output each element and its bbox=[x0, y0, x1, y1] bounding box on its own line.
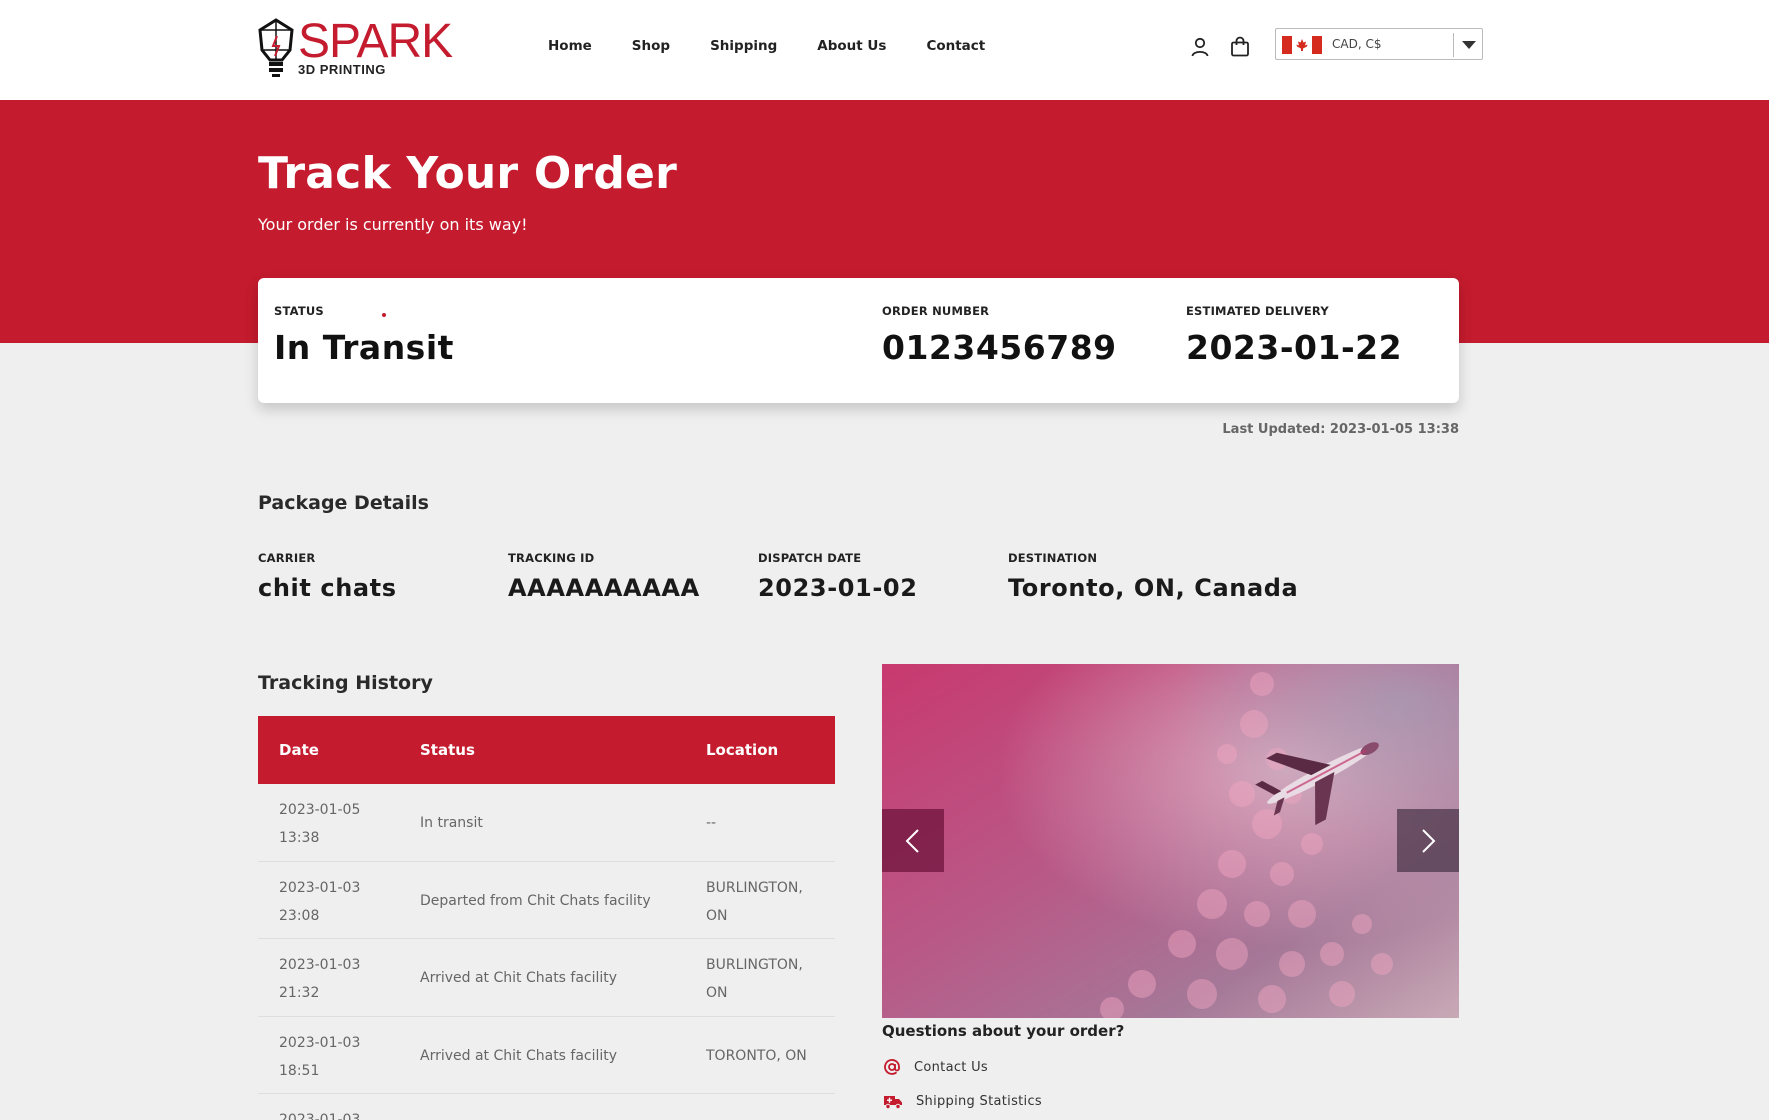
airplane-sky-image bbox=[882, 664, 1459, 1018]
destination-value: Toronto, ON, Canada bbox=[1008, 574, 1299, 602]
estimated-delivery-value: 2023-01-22 bbox=[1186, 328, 1403, 367]
table-row: 2023-01-05 13:38 In transit -- bbox=[258, 784, 835, 862]
delivery-truck-icon bbox=[884, 1095, 902, 1109]
row-location: BURLINGTON, ON bbox=[706, 951, 816, 1007]
nav-about-us[interactable]: About Us bbox=[817, 38, 886, 54]
page-title: Track Your Order bbox=[258, 148, 677, 199]
questions-title: Questions about your order? bbox=[882, 1022, 1125, 1040]
status-value: In Transit bbox=[274, 328, 454, 367]
logo[interactable]: SPARK 3D PRINTING bbox=[256, 16, 453, 80]
row-date: 2023-01-03 23:08 bbox=[279, 874, 379, 930]
column-header-status: Status bbox=[420, 741, 475, 759]
shipping-statistics-link[interactable]: Shipping Statistics bbox=[884, 1094, 1042, 1109]
row-status: Arrived at Chit Chats facility bbox=[420, 970, 618, 986]
row-location: TORONTO, ON bbox=[706, 1047, 807, 1064]
shopping-bag-icon[interactable] bbox=[1230, 36, 1250, 57]
contact-us-link[interactable]: Contact Us bbox=[884, 1059, 988, 1075]
table-row: 2023-01-03 23:08 Departed from Chit Chat… bbox=[258, 862, 835, 939]
table-row: 2023-01-03 21:32 Arrived at Chit Chats f… bbox=[258, 939, 835, 1017]
row-status: Departed from Chit Chats facility bbox=[420, 892, 651, 909]
table-row: 2023-01-03 18:51 Arrived at Chit Chats f… bbox=[258, 1017, 835, 1094]
destination-label: DESTINATION bbox=[1008, 551, 1098, 565]
nav-home[interactable]: Home bbox=[548, 38, 592, 54]
chevron-right-icon bbox=[1422, 828, 1436, 853]
row-status: Arrived at Chit Chats facility bbox=[420, 1047, 618, 1064]
row-location-line2: ON bbox=[706, 985, 728, 1001]
tracking-history-table: Date Status Location 2023-01-05 13:38 In… bbox=[258, 716, 835, 1120]
carrier-label: CARRIER bbox=[258, 551, 316, 565]
column-header-date: Date bbox=[279, 741, 319, 759]
row-location-line1: BURLINGTON, bbox=[706, 957, 803, 973]
site-header: SPARK 3D PRINTING Home Shop Shipping Abo… bbox=[0, 0, 1769, 100]
row-date-day: 2023-01-03 bbox=[279, 957, 361, 973]
currency-value: CAD, C$ bbox=[1332, 37, 1382, 51]
shipping-statistics-label: Shipping Statistics bbox=[916, 1094, 1042, 1109]
row-date: 2023-01-03 21:32 bbox=[279, 951, 379, 1007]
select-divider bbox=[1453, 33, 1454, 57]
at-sign-icon bbox=[884, 1059, 900, 1075]
row-date-day: 2023-01-03 bbox=[279, 1034, 361, 1051]
order-number-value: 0123456789 bbox=[882, 328, 1117, 367]
last-updated: Last Updated: 2023-01-05 13:38 bbox=[1222, 422, 1459, 437]
row-location: -- bbox=[706, 815, 717, 831]
logo-subtext: 3D PRINTING bbox=[298, 62, 386, 77]
column-header-location: Location bbox=[706, 741, 779, 759]
row-location-line2: ON bbox=[706, 907, 728, 924]
status-label: STATUS bbox=[274, 304, 324, 318]
table-row: 2023-01-03 bbox=[258, 1094, 835, 1120]
row-date-time: 13:38 bbox=[279, 830, 320, 846]
user-icon[interactable] bbox=[1190, 37, 1210, 57]
carrier-value: chit chats bbox=[258, 574, 397, 602]
status-dot bbox=[382, 313, 386, 317]
row-date-day: 2023-01-03 bbox=[279, 879, 361, 896]
row-date-day: 2023-01-03 bbox=[279, 1112, 361, 1120]
row-date: 2023-01-03 18:51 bbox=[279, 1029, 379, 1085]
row-date-time: 18:51 bbox=[279, 1062, 320, 1079]
chevron-left-icon bbox=[905, 828, 919, 853]
lightbulb-icon bbox=[258, 18, 294, 77]
table-header: Date Status Location bbox=[258, 716, 835, 784]
row-date: 2023-01-05 13:38 bbox=[279, 796, 379, 852]
row-status: In transit bbox=[420, 815, 483, 831]
row-date-day: 2023-01-05 bbox=[279, 802, 361, 818]
canada-flag-icon bbox=[1282, 36, 1322, 54]
carousel-prev-button[interactable] bbox=[882, 809, 944, 872]
row-date: 2023-01-03 bbox=[279, 1106, 379, 1120]
row-date-time: 23:08 bbox=[279, 907, 320, 924]
row-date-time: 21:32 bbox=[279, 985, 320, 1001]
row-location: BURLINGTON, ON bbox=[706, 874, 816, 930]
page-subtitle: Your order is currently on its way! bbox=[258, 215, 528, 234]
caret-down-icon[interactable] bbox=[1462, 41, 1476, 49]
tracking-history-title: Tracking History bbox=[258, 672, 433, 694]
carousel-next-button[interactable] bbox=[1397, 809, 1459, 872]
row-location-line1: BURLINGTON, bbox=[706, 879, 803, 896]
nav-shop[interactable]: Shop bbox=[632, 38, 670, 54]
currency-select[interactable]: CAD, C$ bbox=[1275, 28, 1483, 60]
image-carousel[interactable] bbox=[882, 664, 1459, 1018]
nav-contact[interactable]: Contact bbox=[926, 38, 985, 54]
nav-shipping[interactable]: Shipping bbox=[710, 38, 777, 54]
contact-us-label: Contact Us bbox=[914, 1059, 988, 1075]
logo-wordmark: SPARK bbox=[298, 15, 453, 68]
package-details-title: Package Details bbox=[258, 492, 429, 514]
tracking-id-value: AAAAAAAAAA bbox=[508, 574, 700, 602]
tracking-id-label: TRACKING ID bbox=[508, 551, 595, 565]
dispatch-date-value: 2023-01-02 bbox=[758, 574, 918, 602]
order-status-card: STATUS In Transit ORDER NUMBER 012345678… bbox=[258, 278, 1459, 403]
dispatch-date-label: DISPATCH DATE bbox=[758, 551, 862, 565]
estimated-delivery-label: ESTIMATED DELIVERY bbox=[1186, 304, 1329, 318]
order-number-label: ORDER NUMBER bbox=[882, 304, 990, 318]
main-nav: Home Shop Shipping About Us Contact bbox=[548, 38, 1025, 54]
